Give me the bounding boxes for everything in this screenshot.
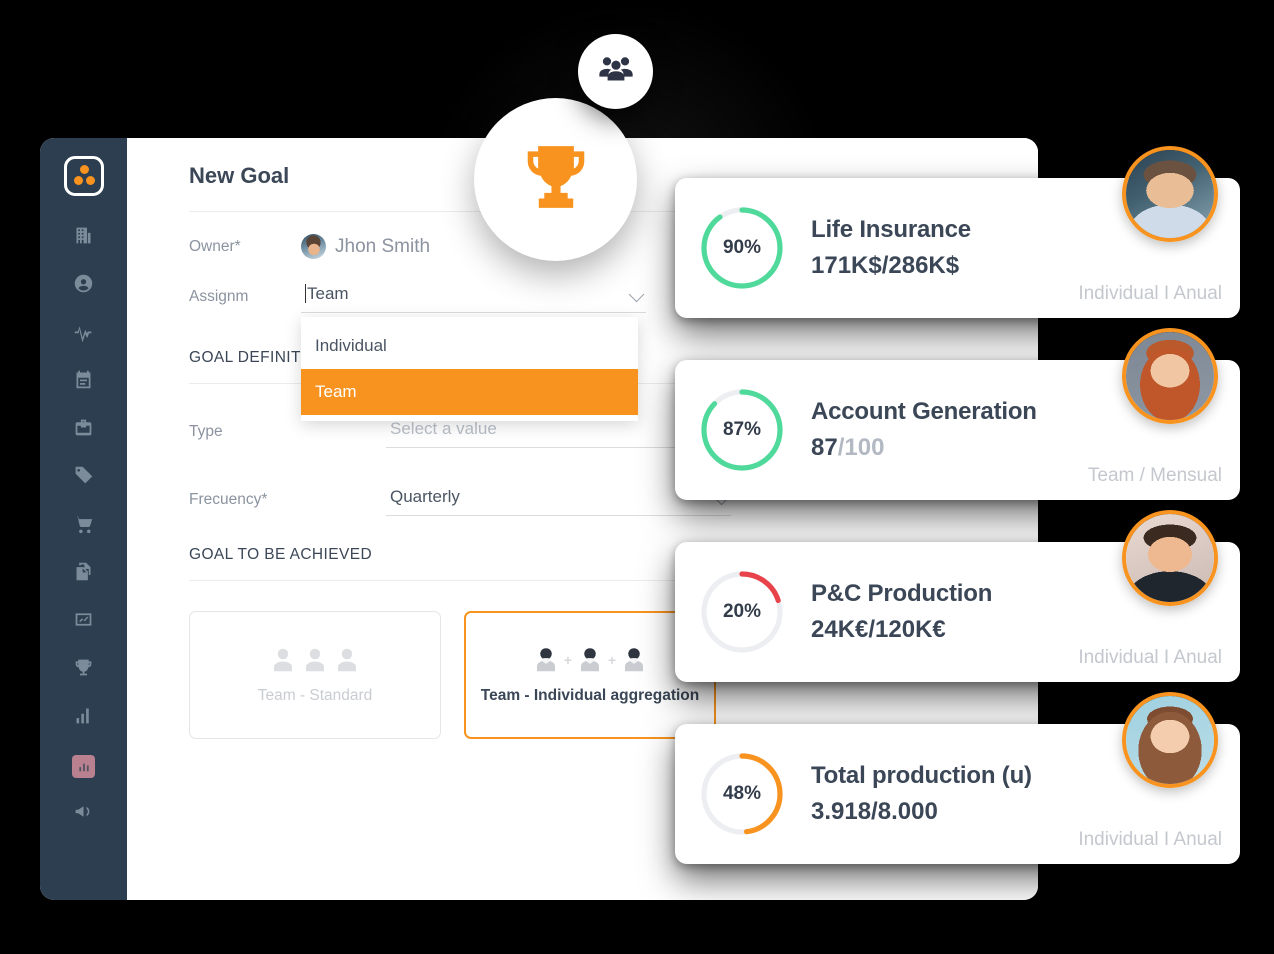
floating-people-badge	[578, 34, 653, 109]
progress-percent: 20%	[722, 601, 762, 622]
goal-option-label: Team - Standard	[257, 687, 373, 704]
goal-card-text: P&C Production 24K€/120K€	[811, 580, 992, 644]
sidebar-item-documents[interactable]	[40, 550, 127, 598]
sidebar-item-people[interactable]	[40, 262, 127, 310]
text-cursor	[305, 284, 306, 303]
sidebar-item-reports[interactable]	[40, 694, 127, 742]
sidebar-item-portfolio[interactable]	[40, 406, 127, 454]
avatar-pc-production-owner[interactable]	[1122, 510, 1218, 606]
goal-value-num: 87	[811, 434, 838, 461]
goal-title: Life Insurance	[811, 216, 971, 243]
progress-ring: 20%	[698, 568, 786, 656]
dropdown-option-individual[interactable]: Individual	[301, 323, 638, 369]
people-group-icon	[597, 50, 635, 93]
avatar	[301, 234, 326, 259]
goal-card[interactable]: 20% P&C Production 24K€/120K€ Individual…	[675, 510, 1240, 682]
sidebar-item-company[interactable]	[40, 214, 127, 262]
goal-card-text: Life Insurance 171K$/286K$	[811, 216, 971, 280]
screenshot-stage: New Goal Owner* Jhon Smith Assignm Team …	[0, 0, 1274, 954]
progress-percent: 87%	[722, 419, 762, 440]
documents-icon	[73, 561, 94, 587]
avatar-life-insurance-owner[interactable]	[1122, 146, 1218, 242]
sidebar-item-tags[interactable]	[40, 454, 127, 502]
avatar-total-production-owner[interactable]	[1122, 692, 1218, 788]
trophy-icon	[73, 657, 94, 683]
type-label: Type	[189, 423, 223, 440]
floating-trophy-badge	[474, 98, 637, 261]
goal-option-team-standard[interactable]: Team - Standard	[189, 611, 441, 739]
megaphone-icon	[73, 801, 94, 827]
sidebar-item-analytics[interactable]	[40, 742, 127, 790]
goal-meta: Individual I Anual	[1078, 829, 1222, 850]
progress-ring: 90%	[698, 204, 786, 292]
frequency-label: Frecuency*	[189, 491, 268, 508]
goal-card[interactable]: 48% Total production (u) 3.918/8.000 Ind…	[675, 692, 1240, 864]
assignment-label: Assignm	[189, 288, 249, 305]
avatar-account-generation-owner[interactable]	[1122, 328, 1218, 424]
goal-title: Total production (u)	[811, 762, 1032, 789]
progress-ring: 87%	[698, 386, 786, 474]
sidebar-item-activity[interactable]	[40, 310, 127, 358]
goal-value: 3.918/8.000	[811, 798, 1032, 826]
sidebar-item-goals[interactable]	[40, 646, 127, 694]
trophy-icon	[517, 138, 595, 221]
goal-meta: Individual I Anual	[1078, 647, 1222, 668]
bar-chart-icon	[73, 705, 94, 731]
sidebar-item-sales[interactable]	[40, 502, 127, 550]
frequency-select-value: Quarterly	[390, 487, 460, 506]
line-chart-icon	[73, 609, 94, 635]
sidebar-item-trends[interactable]	[40, 598, 127, 646]
goal-card[interactable]: 90% Life Insurance 171K$/286K$ Individua…	[675, 146, 1240, 318]
assignment-select-value: Team	[307, 284, 349, 303]
sidebar-item-campaigns[interactable]	[40, 790, 127, 838]
assignment-select[interactable]: Team	[301, 281, 646, 313]
three-people-icon-muted	[268, 645, 362, 675]
activity-pulse-icon	[73, 321, 94, 347]
owner-value: Jhon Smith	[301, 234, 430, 259]
goal-value-num: 24K€/120K€	[811, 616, 946, 643]
goal-option-label: Team - Individual aggregation	[480, 687, 700, 704]
dropdown-option-team[interactable]: Team	[301, 369, 638, 415]
chart-chip-icon	[72, 754, 95, 778]
sidebar-item-agenda[interactable]	[40, 358, 127, 406]
goal-value-num: 171K$/286K$	[811, 252, 960, 279]
goal-meta: Team / Mensual	[1087, 465, 1222, 486]
briefcase-icon	[73, 417, 94, 443]
shopping-cart-icon	[73, 513, 94, 539]
assignment-dropdown: Individual Team	[301, 317, 638, 421]
building-icon	[73, 225, 94, 251]
goal-value: 87/100	[811, 434, 1037, 462]
owner-label: Owner*	[189, 237, 241, 255]
goal-value-num: 3.918/8.000	[811, 798, 938, 825]
sidebar	[40, 138, 127, 900]
progress-percent: 90%	[722, 237, 762, 258]
plus-sign: +	[608, 652, 617, 668]
plus-sign: +	[563, 652, 572, 668]
goal-title: P&C Production	[811, 580, 993, 607]
calendar-icon	[73, 369, 94, 395]
progress-ring: 48%	[698, 750, 786, 838]
goal-value-den: /100	[837, 434, 885, 461]
owner-name: Jhon Smith	[335, 235, 431, 257]
goal-card-text: Account Generation 87/100	[811, 398, 1037, 462]
tag-icon	[73, 465, 94, 491]
type-select-value: Select a value	[390, 419, 497, 438]
chevron-down-icon[interactable]	[628, 283, 646, 303]
goal-title: Account Generation	[811, 398, 1037, 425]
assignment-select-wrap: Team Individual Team	[301, 281, 646, 421]
three-dots-logo[interactable]	[63, 156, 104, 196]
goal-meta: Individual I Anual	[1078, 283, 1222, 304]
goal-card[interactable]: 87% Account Generation 87/100 Team / Men…	[675, 328, 1240, 500]
three-people-plus-icon: + +	[531, 645, 649, 675]
user-circle-icon	[73, 273, 94, 299]
goal-card-text: Total production (u) 3.918/8.000	[811, 762, 1032, 826]
goal-value: 24K€/120K€	[811, 616, 992, 644]
progress-percent: 48%	[722, 783, 762, 804]
goal-value: 171K$/286K$	[811, 252, 971, 280]
